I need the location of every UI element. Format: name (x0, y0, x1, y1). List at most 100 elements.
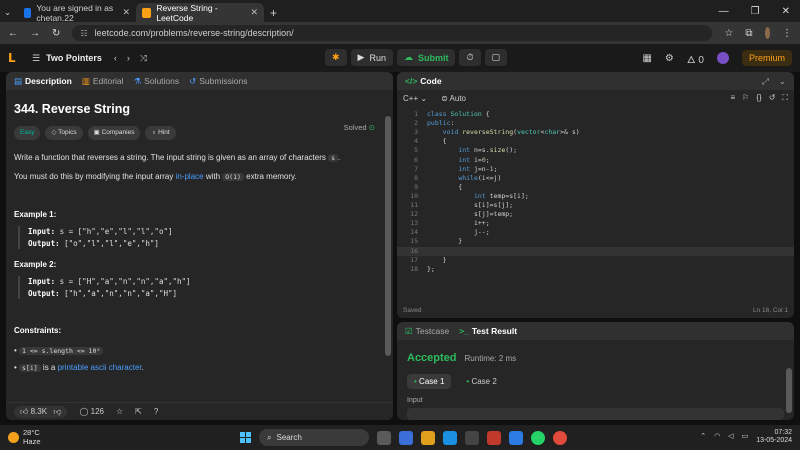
case-1-tab[interactable]: • Case 1 (407, 374, 452, 389)
next-problem-icon[interactable]: › (127, 53, 130, 63)
submit-button[interactable]: ☁ Submit (396, 49, 456, 66)
tab-search-icon[interactable]: ⌄ (0, 3, 18, 22)
star-icon[interactable]: ☆ (116, 407, 123, 416)
office-icon[interactable] (487, 430, 501, 445)
site-info-icon[interactable]: ☷ (80, 29, 87, 38)
chrome-icon[interactable] (553, 430, 567, 445)
url-text: leetcode.com/problems/reverse-string/des… (94, 28, 294, 38)
in-place-link[interactable]: in-place (176, 172, 204, 181)
tab-test-result[interactable]: >_ Test Result (459, 326, 517, 336)
more-icon[interactable]: ⌄ (779, 76, 786, 87)
wifi-icon[interactable]: ◠ (714, 433, 720, 441)
ascii-link[interactable]: printable ascii character (58, 363, 142, 372)
code-panel-header: </> Code ⤢ ⌄ (397, 72, 794, 90)
taskbar-search[interactable]: ⌕ Search (259, 429, 369, 446)
share-icon[interactable]: ⇱ (135, 407, 142, 416)
fire-icon: 🜂 (686, 54, 696, 66)
profile-avatar[interactable] (764, 27, 770, 39)
notes-icon[interactable]: ▢ (484, 49, 508, 66)
volume-icon[interactable]: ◁ (728, 433, 733, 441)
leetcode-logo-icon[interactable]: ᒪ (8, 51, 22, 65)
language-select[interactable]: C++ ⌄ (403, 94, 427, 103)
search-icon: ⌕ (267, 432, 272, 442)
run-button[interactable]: ▶ Run (350, 49, 393, 66)
tray-chevron-icon[interactable]: ⌃ (700, 433, 706, 441)
example-2-box: Input: s = ["H","a","n","n","a","h"] Out… (18, 276, 385, 299)
fullscreen-icon[interactable]: ⛶ (782, 93, 788, 103)
weather-sun-icon (8, 432, 19, 443)
todo-icon[interactable] (509, 430, 523, 445)
braces-icon[interactable]: {} (756, 93, 761, 103)
shuffle-icon[interactable]: ⤨ (140, 53, 147, 64)
line-number: 17 (410, 255, 418, 264)
mode-toggle[interactable]: ⊜ Auto (441, 94, 466, 103)
browser-tab-signed-in[interactable]: You are signed in as chetan.22 ✕ (18, 3, 136, 23)
constraints-title: Constraints: (14, 325, 62, 335)
example-2-title: Example 2: (14, 259, 57, 269)
new-tab-button[interactable]: + (264, 3, 283, 22)
user-avatar[interactable] (716, 52, 729, 64)
line-number: 5 (414, 146, 418, 155)
debug-icon[interactable]: ✱ (325, 49, 347, 66)
widgets-icon[interactable] (399, 430, 413, 445)
code-editor[interactable]: 1 class Solution {2 public: 3 void reverseS… (397, 106, 794, 296)
streak-counter[interactable]: 🜂 0 (687, 48, 704, 69)
like-count: 8.3K (30, 406, 48, 416)
url-field[interactable]: ☷ leetcode.com/problems/reverse-string/d… (72, 25, 713, 41)
hint-tag[interactable]: ♁ Hint (145, 126, 176, 140)
like-button[interactable]: 👍︎ 8.3K 👎︎ (14, 405, 68, 418)
tab-description[interactable]: ▤ Description (14, 76, 72, 87)
file-explorer-icon[interactable] (421, 430, 435, 445)
windows-start-icon[interactable] (240, 432, 251, 443)
close-window-icon[interactable]: ✕ (782, 6, 790, 17)
minimize-icon[interactable]: — (719, 6, 729, 17)
lock-icon: ▣ (93, 129, 100, 137)
topics-tag[interactable]: ◇ Topics (45, 126, 83, 140)
menu-icon[interactable]: ⋮ (782, 28, 792, 39)
flask-icon: ⚗ (133, 75, 142, 86)
extensions-icon[interactable]: ⧉ (745, 28, 752, 39)
task-view-icon[interactable] (377, 430, 391, 445)
tab-testcase[interactable]: ☑ Testcase (405, 326, 449, 337)
whatsapp-icon[interactable] (531, 430, 545, 445)
timer-icon[interactable]: ⏱ (459, 49, 481, 66)
bookmark-star-icon[interactable]: ☆ (724, 28, 733, 39)
line-number: 2 (414, 119, 418, 128)
weather-widget[interactable]: 28°C Haze (0, 428, 41, 446)
edge-icon[interactable] (443, 430, 457, 445)
comments-button[interactable]: ◯ 126 (79, 407, 104, 416)
prev-problem-icon[interactable]: ‹ (114, 53, 117, 63)
result-scrollbar[interactable] (786, 368, 792, 413)
settings-icon[interactable]: ⚙ (665, 53, 674, 64)
tab-label: Submissions (199, 76, 248, 86)
browser-tab-leetcode[interactable]: Reverse String - LeetCode ✕ (136, 3, 264, 23)
case-2-tab[interactable]: • Case 2 (459, 374, 503, 389)
help-icon[interactable]: ? (154, 407, 158, 416)
tab-solutions[interactable]: ⚗ Solutions (134, 76, 180, 87)
back-icon[interactable]: ← (8, 28, 18, 39)
battery-icon[interactable]: ▭ (742, 433, 749, 441)
tab-editorial[interactable]: ▥ Editorial (82, 76, 124, 87)
code-tab[interactable]: </> Code (405, 76, 442, 86)
maximize-icon[interactable]: ❐ (751, 6, 760, 17)
clock[interactable]: 07:32 13-05-2024 (756, 429, 792, 445)
description-paragraph-2: You must do this by modifying the input … (14, 171, 385, 183)
reload-icon[interactable]: ↻ (52, 28, 60, 39)
problem-list-icon[interactable]: ☰ (32, 53, 40, 64)
tab-submissions[interactable]: ↺ Submissions (189, 76, 247, 87)
problem-list-title[interactable]: Two Pointers (46, 53, 102, 63)
close-icon[interactable]: ✕ (250, 7, 258, 18)
reset-icon[interactable]: ↺ (769, 93, 776, 103)
description-scrollbar[interactable] (385, 116, 391, 356)
companies-tag[interactable]: ▣ Companies (87, 126, 141, 140)
line-number: 6 (414, 155, 418, 164)
format-icon[interactable]: ≡ (731, 93, 736, 103)
submit-label: Submit (417, 52, 449, 63)
bookmark-icon[interactable]: ⚐ (742, 93, 749, 103)
forward-icon[interactable]: → (30, 28, 40, 39)
premium-button[interactable]: Premium (741, 50, 792, 66)
expand-icon[interactable]: ⤢ (762, 76, 769, 87)
close-icon[interactable]: ✕ (122, 7, 130, 18)
store-icon[interactable] (465, 430, 479, 445)
layout-icon[interactable]: ▦ (642, 53, 651, 64)
